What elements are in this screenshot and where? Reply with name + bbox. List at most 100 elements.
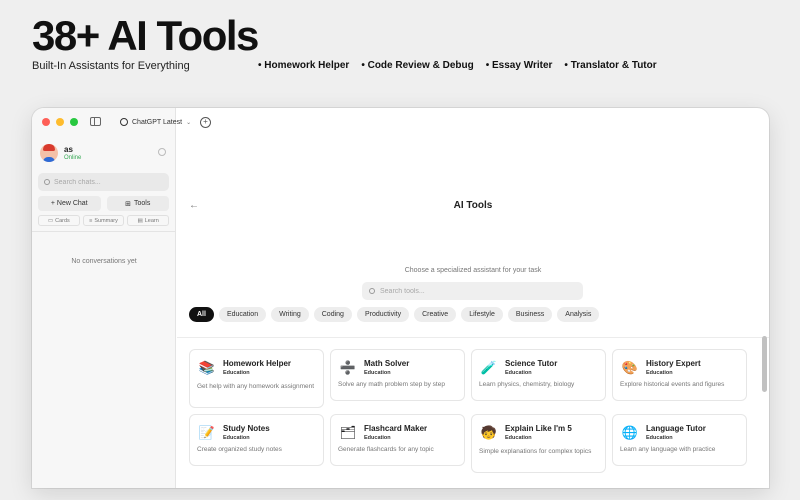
tool-category: Education bbox=[223, 370, 250, 376]
summary-icon: ≡ bbox=[89, 217, 93, 224]
cards-button[interactable]: ▭ Cards bbox=[38, 215, 80, 226]
tool-description: Create organized study notes bbox=[197, 446, 282, 453]
search-icon bbox=[369, 288, 375, 294]
user-status: Online bbox=[64, 155, 82, 161]
cards-icon: ▭ bbox=[47, 217, 54, 224]
user-settings-icon[interactable] bbox=[158, 148, 166, 156]
tool-card-explain-like-im-5[interactable]: 🧒 Explain Like I'm 5 Education Simple ex… bbox=[471, 414, 606, 473]
tool-name: Flashcard Maker bbox=[364, 424, 428, 433]
hero-subtitle: Built-In Assistants for Everything bbox=[32, 60, 190, 72]
feature-item: Homework Helper bbox=[258, 60, 349, 71]
palette-icon: 🎨 bbox=[621, 360, 639, 375]
zoom-window-button[interactable] bbox=[70, 118, 78, 126]
summary-button[interactable]: ≡ Summary bbox=[82, 215, 125, 226]
chip-creative[interactable]: Creative bbox=[414, 307, 457, 322]
sidebar-actions: + New Chat ⊞ Tools bbox=[38, 196, 169, 211]
tool-card-study-notes[interactable]: 📝 Study Notes Education Create organized… bbox=[189, 414, 324, 466]
feature-item: Translator & Tutor bbox=[564, 60, 657, 71]
main-content: ← AI Tools Choose a specialized assistan… bbox=[177, 108, 769, 488]
books-icon: 📚 bbox=[198, 360, 216, 375]
tool-name: Science Tutor bbox=[505, 359, 558, 368]
chip-productivity[interactable]: Productivity bbox=[356, 307, 410, 322]
hero-title: 38+ AI Tools bbox=[32, 12, 259, 59]
empty-conversations: No conversations yet bbox=[71, 258, 137, 265]
tool-grid: 📚 Homework Helper Education Get help wit… bbox=[189, 349, 747, 473]
tool-category: Education bbox=[505, 370, 532, 376]
tool-name: Study Notes bbox=[223, 424, 270, 433]
learn-button[interactable]: ▤ Learn bbox=[127, 215, 170, 226]
page-subtitle: Choose a specialized assistant for your … bbox=[404, 267, 542, 274]
chat-search-input[interactable] bbox=[54, 178, 154, 186]
new-chat-label: + New Chat bbox=[50, 200, 88, 207]
tool-name: History Expert bbox=[646, 359, 701, 368]
tool-card-math-solver[interactable]: ➗ Math Solver Education Solve any math p… bbox=[330, 349, 465, 401]
tool-category: Education bbox=[646, 435, 673, 441]
notes-icon: 📝 bbox=[198, 425, 216, 440]
tool-description: Generate flashcards for any topic bbox=[338, 446, 434, 453]
tool-name: Language Tutor bbox=[646, 424, 706, 433]
sidebar-mini-actions: ▭ Cards ≡ Summary ▤ Learn bbox=[38, 215, 170, 226]
tool-description: Explore historical events and figures bbox=[620, 381, 725, 388]
chip-analysis[interactable]: Analysis bbox=[557, 307, 600, 322]
tool-description: Learn physics, chemistry, biology bbox=[479, 381, 575, 388]
search-icon bbox=[44, 179, 50, 185]
tool-card-history-expert[interactable]: 🎨 History Expert Education Explore histo… bbox=[612, 349, 747, 401]
tool-card-flashcard-maker[interactable]: 🗂 Flashcard Maker Education Generate fla… bbox=[330, 414, 465, 466]
chip-writing[interactable]: Writing bbox=[271, 307, 309, 322]
feature-item: Essay Writer bbox=[486, 60, 552, 71]
sidebar-toggle-icon[interactable] bbox=[90, 117, 101, 126]
chip-all[interactable]: All bbox=[189, 307, 214, 322]
tool-name: Homework Helper bbox=[223, 359, 292, 368]
chip-coding[interactable]: Coding bbox=[313, 307, 352, 322]
new-chat-button[interactable]: + New Chat bbox=[38, 196, 101, 211]
avatar bbox=[40, 144, 58, 162]
user-profile[interactable]: as Online bbox=[40, 144, 168, 164]
tool-card-homework-helper[interactable]: 📚 Homework Helper Education Get help wit… bbox=[189, 349, 324, 408]
page-title: AI Tools bbox=[453, 200, 493, 211]
tool-card-language-tutor[interactable]: 🌐 Language Tutor Education Learn any lan… bbox=[612, 414, 747, 466]
summary-label: Summary bbox=[94, 217, 118, 224]
learn-label: Learn bbox=[144, 217, 159, 224]
chip-lifestyle[interactable]: Lifestyle bbox=[461, 307, 503, 322]
tool-category: Education bbox=[505, 435, 532, 441]
chat-search[interactable] bbox=[38, 173, 169, 191]
tool-name: Math Solver bbox=[364, 359, 410, 368]
tool-search-input[interactable] bbox=[380, 287, 560, 295]
content-divider bbox=[177, 337, 769, 338]
tool-description: Simple explanations for complex topics bbox=[479, 448, 592, 455]
feature-list: Homework Helper Code Review & Debug Essa… bbox=[258, 60, 657, 71]
sidebar-divider bbox=[32, 231, 176, 232]
tool-category: Education bbox=[223, 435, 250, 441]
flashcard-icon: 🗂 bbox=[339, 425, 357, 440]
flask-icon: 🧪 bbox=[480, 360, 498, 375]
child-icon: 🧒 bbox=[480, 425, 498, 440]
openai-logo-icon bbox=[120, 118, 128, 126]
tools-label: Tools bbox=[134, 200, 151, 207]
grid-icon: ⊞ bbox=[125, 200, 132, 208]
scrollbar[interactable] bbox=[762, 336, 767, 392]
globe-icon: 🌐 bbox=[621, 425, 639, 440]
cards-label: Cards bbox=[55, 217, 70, 224]
tool-description: Get help with any homework assignment bbox=[197, 383, 315, 390]
chip-business[interactable]: Business bbox=[507, 307, 553, 322]
tool-description: Solve any math problem step by step bbox=[338, 381, 445, 388]
tools-button[interactable]: ⊞ Tools bbox=[106, 196, 169, 211]
user-name: as bbox=[64, 145, 73, 154]
tool-description: Learn any language with practice bbox=[620, 446, 716, 453]
math-icon: ➗ bbox=[339, 360, 357, 375]
feature-item: Code Review & Debug bbox=[361, 60, 474, 71]
tool-name: Explain Like I'm 5 bbox=[505, 424, 572, 433]
tool-category: Education bbox=[364, 370, 391, 376]
window-controls bbox=[42, 118, 78, 126]
learn-icon: ▤ bbox=[137, 217, 143, 224]
tool-category: Education bbox=[364, 435, 391, 441]
model-name: ChatGPT Latest bbox=[132, 118, 183, 126]
chip-education[interactable]: Education bbox=[218, 307, 267, 322]
tool-category: Education bbox=[646, 370, 673, 376]
tool-card-science-tutor[interactable]: 🧪 Science Tutor Education Learn physics,… bbox=[471, 349, 606, 401]
tool-search[interactable] bbox=[362, 282, 583, 300]
close-window-button[interactable] bbox=[42, 118, 50, 126]
sidebar: as Online + New Chat ⊞Tools ▭Cards ≡Summ… bbox=[32, 108, 176, 488]
category-filter: All Education Writing Coding Productivit… bbox=[189, 307, 600, 322]
minimize-window-button[interactable] bbox=[56, 118, 64, 126]
